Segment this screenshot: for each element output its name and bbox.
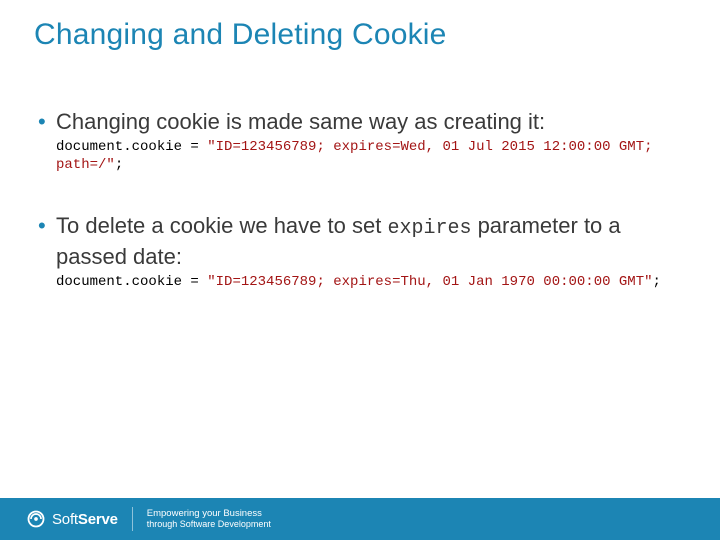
code-segment: ; (115, 157, 123, 173)
inline-code: expires (387, 217, 471, 240)
tagline-top: Empowering your Business (147, 508, 271, 519)
brand-logo: SoftServe (26, 509, 118, 529)
bullet-item: To delete a cookie we have to set expire… (36, 212, 684, 291)
code-string: "ID=123456789; expires=Thu, 01 Jan 1970 … (207, 274, 652, 290)
footer-bar: SoftServe Empowering your Business throu… (0, 498, 720, 540)
code-snippet: document.cookie = "ID=123456789; expires… (56, 138, 684, 174)
code-segment: document.cookie = (56, 139, 207, 155)
code-segment: ; (653, 274, 661, 290)
bullet-text: Changing cookie is made same way as crea… (56, 108, 684, 136)
slide: Changing and Deleting Cookie Changing co… (0, 0, 720, 540)
tagline-bottom: through Software Development (147, 519, 271, 530)
tagline: Empowering your Business through Softwar… (147, 508, 271, 530)
slide-title: Changing and Deleting Cookie (34, 18, 447, 52)
brand-name: SoftServe (52, 511, 118, 528)
swirl-icon (26, 509, 46, 529)
bullet-item: Changing cookie is made same way as crea… (36, 108, 684, 174)
text-segment: To delete a cookie we have to set (56, 213, 387, 238)
brand-suffix: Serve (78, 511, 118, 528)
brand-prefix: Soft (52, 511, 78, 528)
code-snippet: document.cookie = "ID=123456789; expires… (56, 273, 684, 291)
bullet-text: To delete a cookie we have to set expire… (56, 212, 684, 271)
content-area: Changing cookie is made same way as crea… (36, 108, 684, 329)
footer-divider (132, 507, 133, 531)
code-segment: document.cookie = (56, 274, 207, 290)
